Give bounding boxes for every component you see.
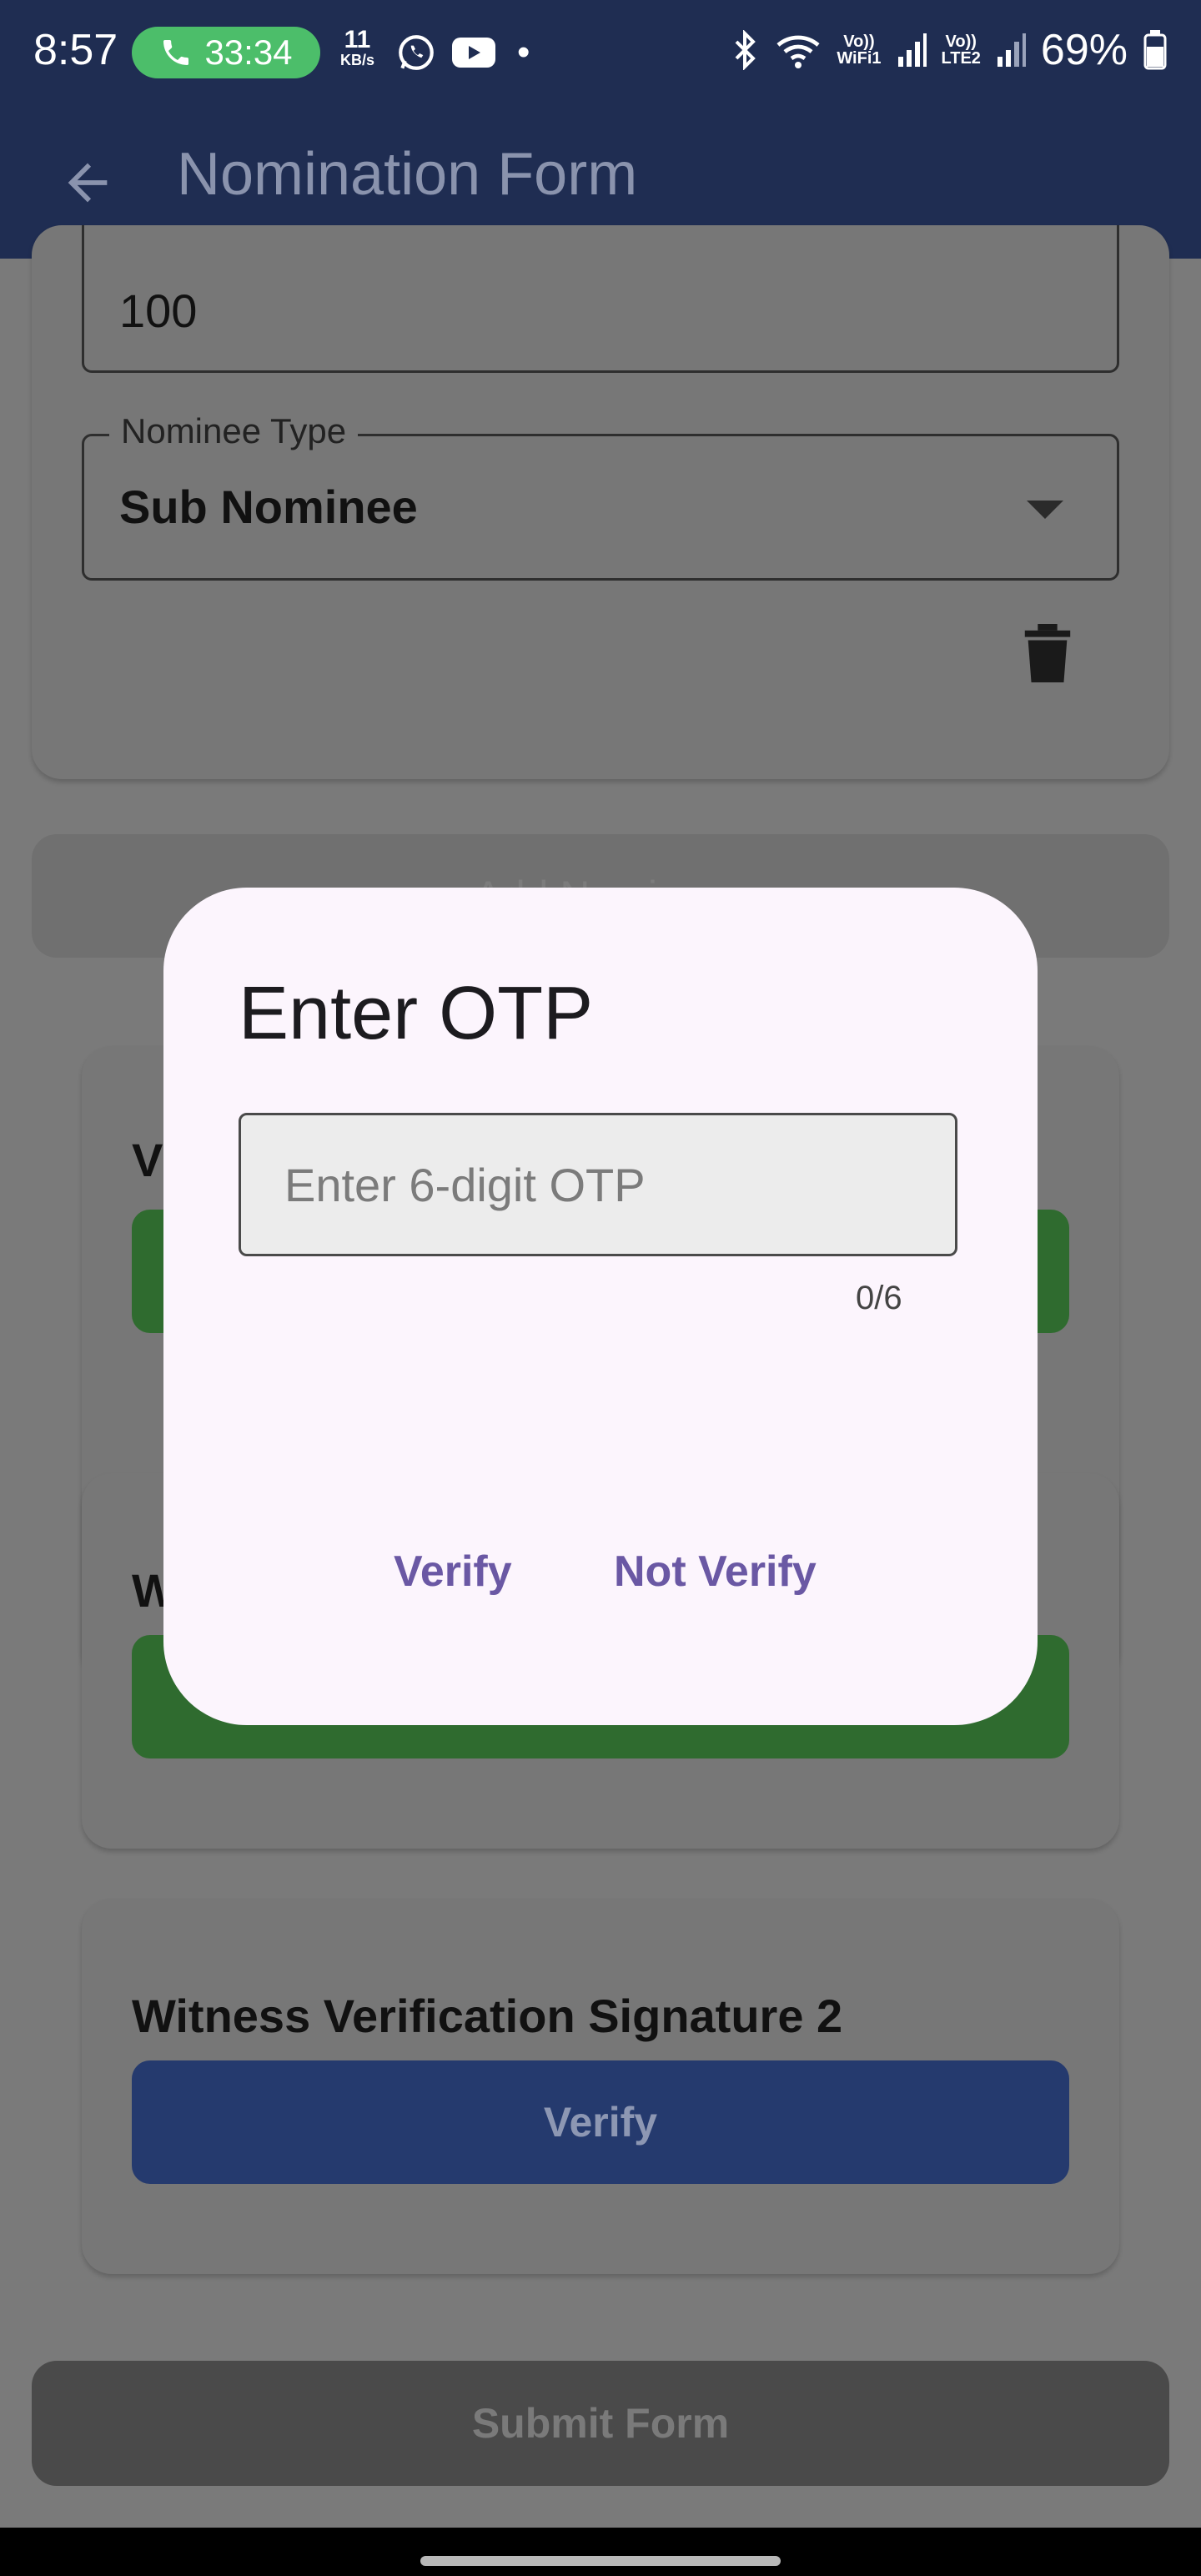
call-timer: 33:34 <box>204 33 293 72</box>
submit-form-button[interactable]: Submit Form <box>32 2361 1169 2486</box>
nominee-type-dropdown[interactable]: Nominee Type Sub Nominee <box>82 411 1119 581</box>
nominee-card: 100 Nominee Type Sub Nominee <box>32 225 1169 779</box>
witness-2-title: Witness Verification Signature 2 <box>132 1990 843 2042</box>
signal-icon-1 <box>897 33 927 67</box>
whatsapp-icon <box>399 35 434 70</box>
notification-dot: • <box>517 32 530 73</box>
notification-icons: • <box>395 32 530 73</box>
otp-input[interactable] <box>239 1113 957 1256</box>
home-gesture-handle[interactable] <box>420 2556 781 2566</box>
dropdown-arrow-icon <box>1027 501 1063 519</box>
wifi-label-top: Vo)) <box>843 33 875 51</box>
share-percentage-field[interactable]: 100 <box>82 225 1119 373</box>
wifi-icon <box>776 35 820 68</box>
wifi-calling-label: Vo)) WiFi1 <box>837 33 881 67</box>
phone-icon <box>163 40 189 65</box>
network-speed: 11 KB/s <box>340 26 375 70</box>
submit-form-label: Submit Form <box>471 2400 730 2447</box>
page-title: Nomination Form <box>177 141 638 208</box>
wifi-label-bottom: WiFi1 <box>837 49 882 68</box>
back-arrow-icon[interactable] <box>58 153 117 212</box>
network-speed-value: 11 <box>344 26 371 53</box>
call-pill[interactable]: 33:34 <box>132 27 320 78</box>
lte-label: Vo)) LTE2 <box>942 33 981 67</box>
battery-icon <box>1143 30 1167 70</box>
verify-button[interactable]: Verify <box>394 1547 512 1597</box>
witness-2-verify-button[interactable]: Verify <box>132 2060 1069 2184</box>
bluetooth-icon <box>735 30 756 70</box>
status-bar: 8:57 33:34 11 KB/s • Vo)) WiFi1 Vo)) LTE… <box>0 0 1201 107</box>
youtube-icon <box>452 38 495 68</box>
not-verify-button[interactable]: Not Verify <box>614 1547 817 1597</box>
system-icons: Vo)) WiFi1 Vo)) LTE2 69% <box>730 25 1168 75</box>
battery-percent: 69% <box>1040 26 1128 74</box>
nominee-type-value: Sub Nominee <box>119 480 418 533</box>
network-speed-unit: KB/s <box>340 52 375 68</box>
clock: 8:57 <box>33 26 118 74</box>
nominee-type-label: Nominee Type <box>109 411 359 451</box>
otp-dialog: Enter OTP 0/6 Verify Not Verify <box>163 888 1038 1725</box>
lte-label-bottom: LTE2 <box>941 49 981 68</box>
otp-char-counter: 0/6 <box>856 1280 902 1316</box>
signal-icon-2 <box>997 33 1026 67</box>
witness-2-card: Witness Verification Signature 2 Verify <box>82 1899 1119 2274</box>
verification-card-1-title: V <box>132 1134 163 1186</box>
navigation-bar <box>0 2528 1201 2576</box>
lte-label-top: Vo)) <box>945 33 977 51</box>
dialog-title: Enter OTP <box>239 972 594 1055</box>
share-percentage-value: 100 <box>119 284 198 337</box>
witness-2-verify-label: Verify <box>543 2099 658 2146</box>
delete-icon[interactable] <box>1024 624 1071 682</box>
